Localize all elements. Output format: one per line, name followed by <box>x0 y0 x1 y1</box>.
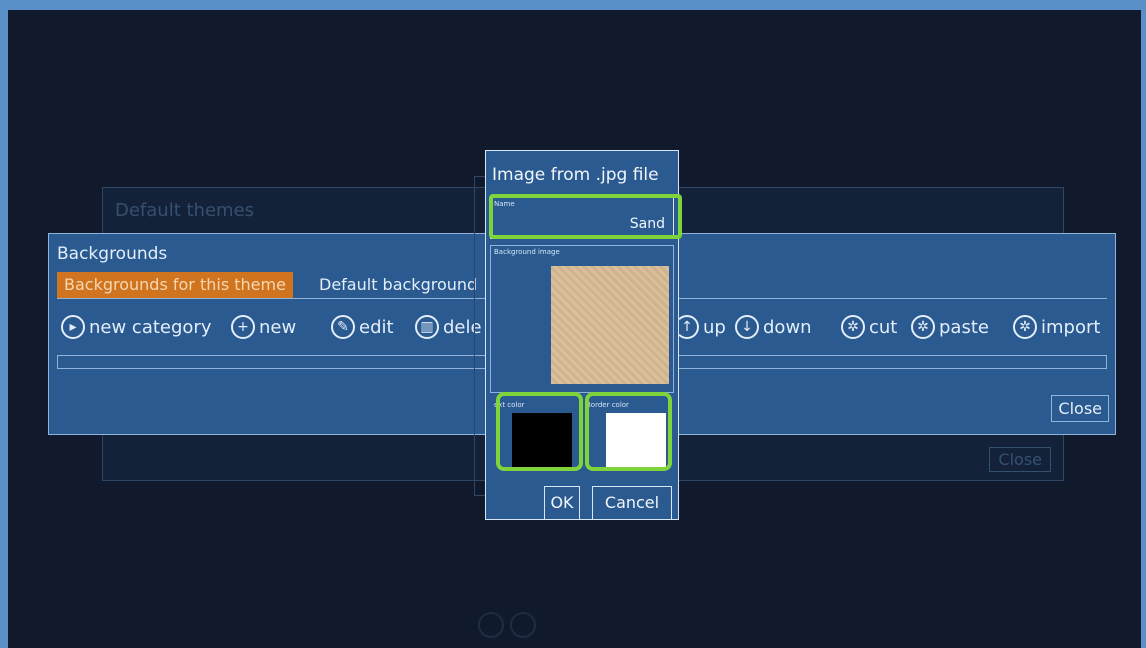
new-category-button[interactable]: ▸ new category <box>61 312 211 342</box>
arrow-down-icon: ↓ <box>735 315 759 339</box>
up-label: up <box>703 316 726 338</box>
paste-label: paste <box>939 316 989 338</box>
backgrounds-close-button[interactable]: Close <box>1051 395 1109 422</box>
back-icon[interactable] <box>478 612 504 638</box>
edit-label: edit <box>359 316 394 338</box>
backgrounds-title: Backgrounds <box>57 244 168 264</box>
new-category-label: new category <box>89 316 212 338</box>
cut-button[interactable]: ✲ cut <box>841 312 897 342</box>
forward-icon[interactable] <box>510 612 536 638</box>
paste-button[interactable]: ✲ paste <box>911 312 989 342</box>
down-label: down <box>763 316 812 338</box>
import-button[interactable]: ✲ import <box>1013 312 1100 342</box>
up-button[interactable]: ↑ up <box>675 312 726 342</box>
trash-icon: ▥ <box>415 315 439 339</box>
name-highlight <box>489 194 682 239</box>
folder-icon: ▸ <box>61 315 85 339</box>
delete-button[interactable]: ▥ dele <box>415 312 482 342</box>
gear-icon: ✲ <box>841 315 865 339</box>
tab-default-background[interactable]: Default background <box>313 272 483 298</box>
background-image-label: Background image <box>494 248 560 256</box>
default-themes-title: Default themes <box>115 200 255 221</box>
cut-label: cut <box>869 316 898 338</box>
gear-icon: ✲ <box>1013 315 1037 339</box>
text-color-highlight <box>496 392 583 471</box>
border-color-highlight <box>585 392 672 471</box>
gear-icon: ✲ <box>911 315 935 339</box>
new-button[interactable]: + new <box>231 312 296 342</box>
footer-nav <box>478 612 536 638</box>
app-screen: Default themes Close Backgrounds Backgro… <box>8 10 1141 648</box>
window-frame: Default themes Close Backgrounds Backgro… <box>0 0 1146 648</box>
new-label: new <box>259 316 297 338</box>
default-themes-close-button[interactable]: Close <box>989 447 1051 472</box>
plus-icon: + <box>231 315 255 339</box>
import-label: import <box>1041 316 1101 338</box>
tab-backgrounds-for-this-theme[interactable]: Backgrounds for this theme <box>57 272 293 298</box>
ok-button[interactable]: OK <box>544 486 580 520</box>
edit-button[interactable]: ✎ edit <box>331 312 394 342</box>
sand-image-preview[interactable] <box>551 266 669 384</box>
background-image-field[interactable]: Background image <box>490 245 674 393</box>
dialog-title: Image from .jpg file <box>492 165 659 185</box>
pencil-icon: ✎ <box>331 315 355 339</box>
cancel-button[interactable]: Cancel <box>592 486 672 520</box>
down-button[interactable]: ↓ down <box>735 312 812 342</box>
